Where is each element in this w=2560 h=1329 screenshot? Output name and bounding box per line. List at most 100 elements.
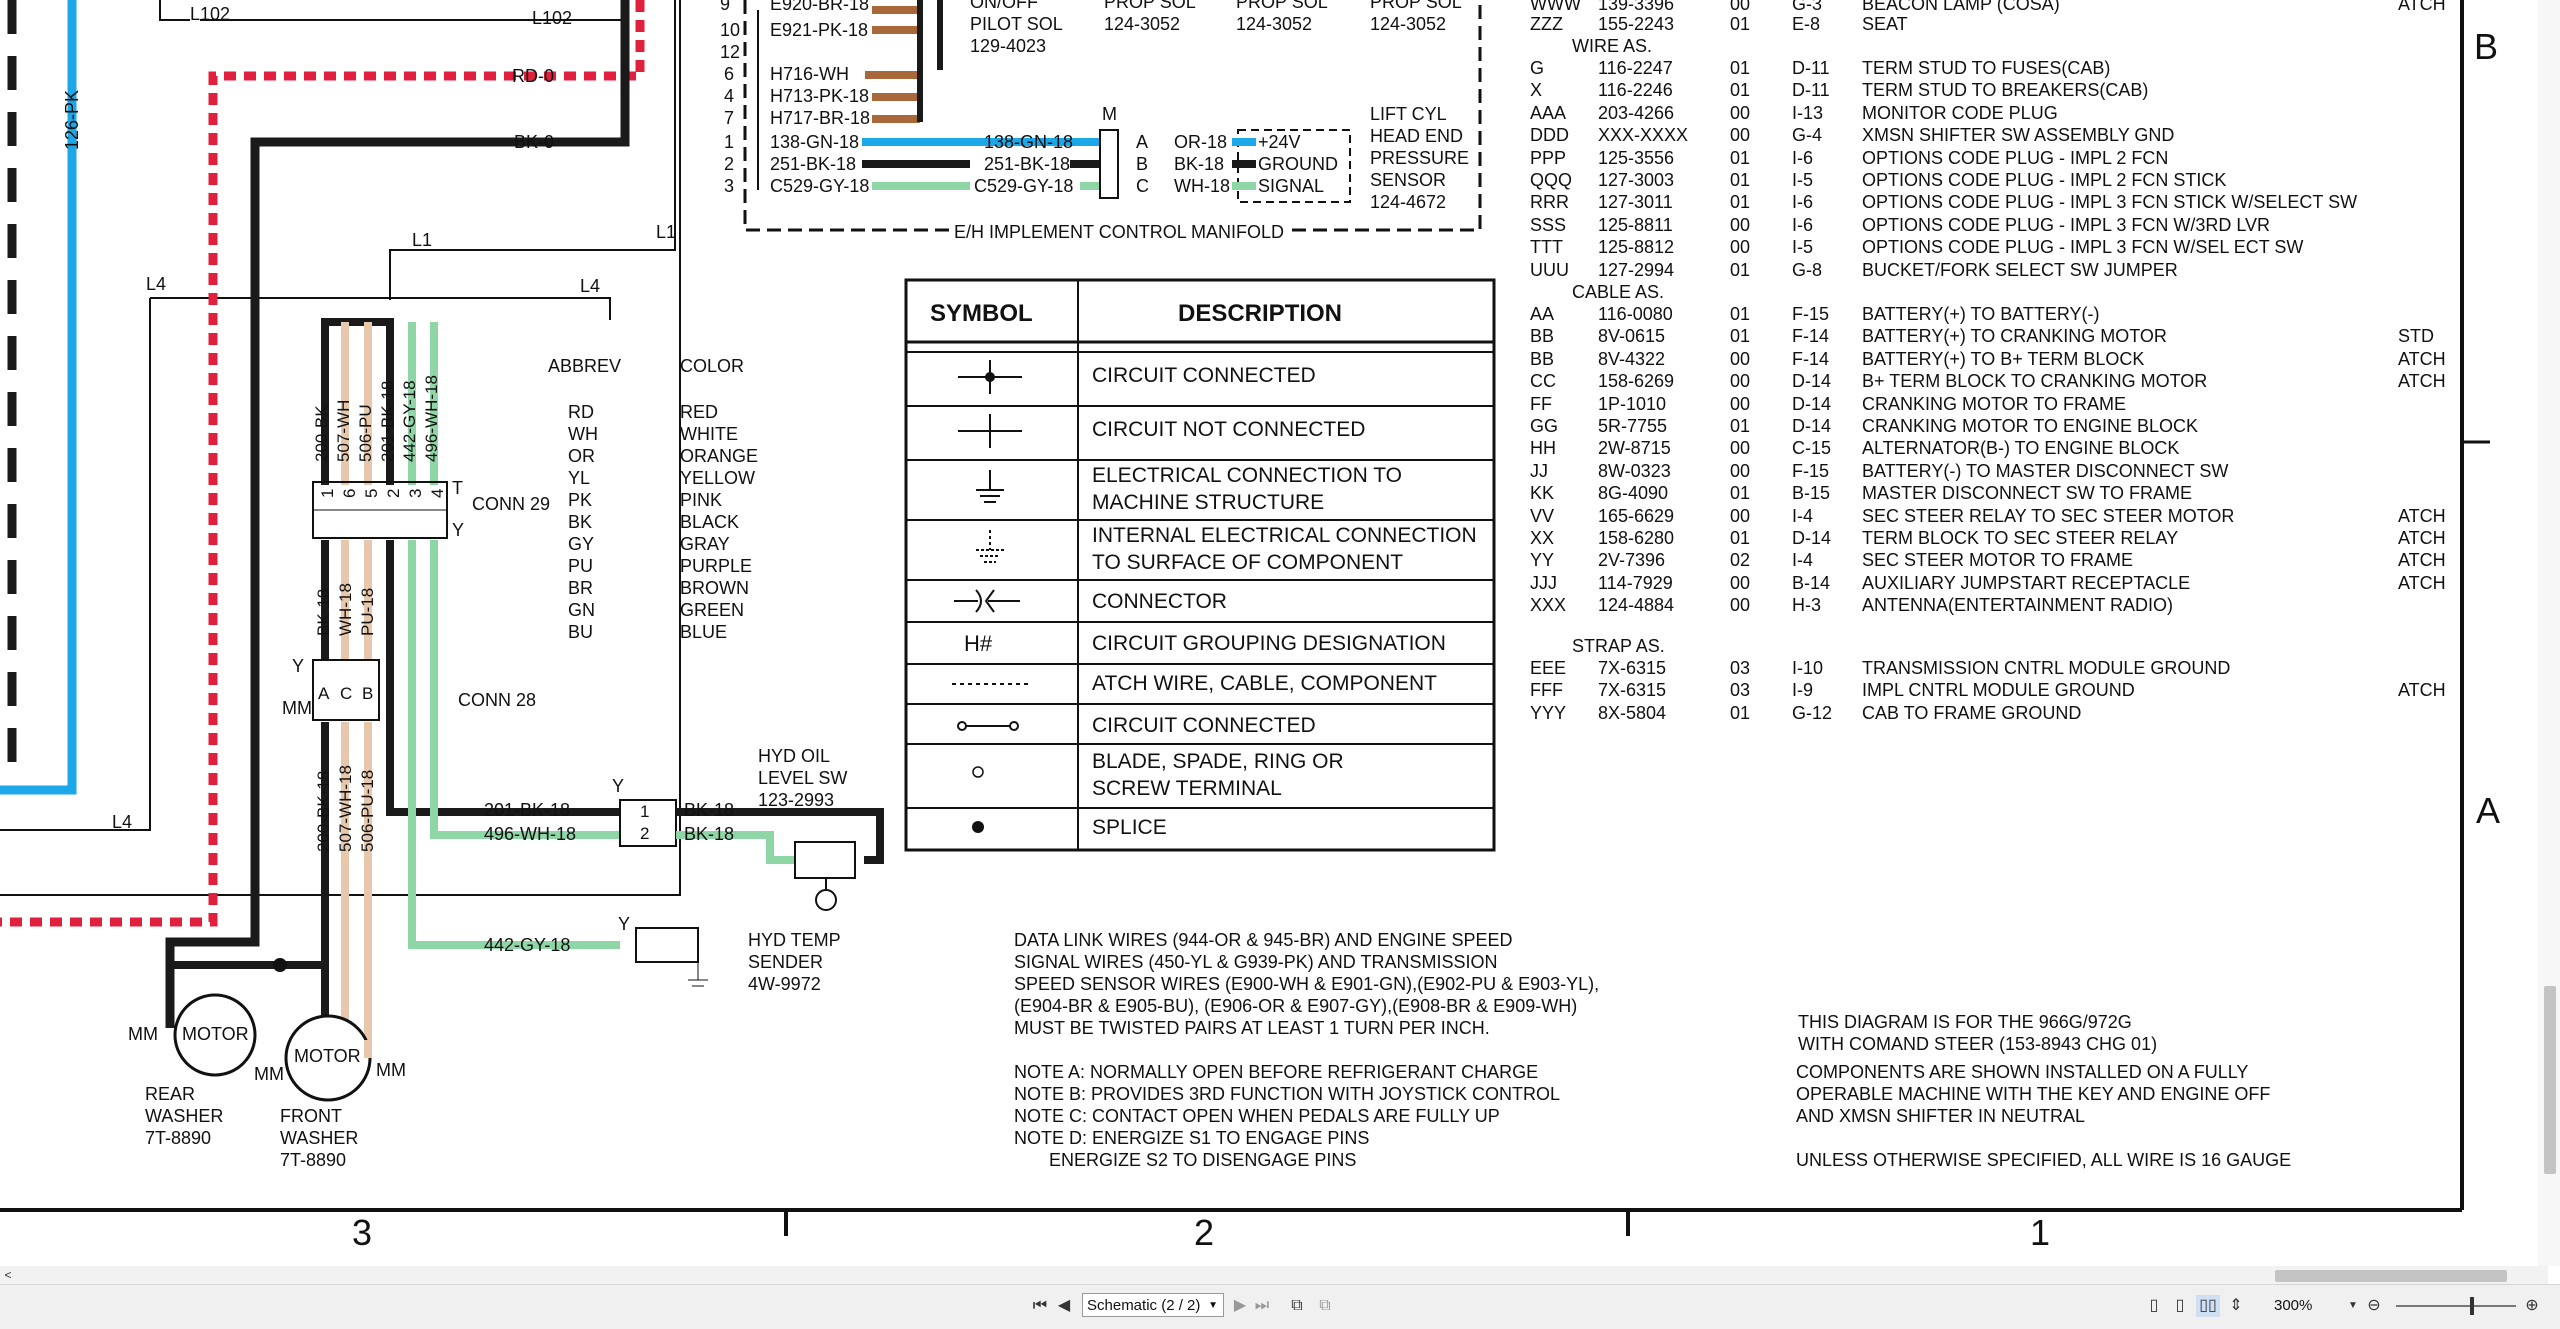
scroll-left-icon[interactable]: < <box>0 1264 16 1286</box>
color-name: PINK <box>680 490 723 510</box>
note-line: NOTE B: PROVIDES 3RD FUNCTION WITH JOYST… <box>1014 1084 1561 1104</box>
pin-label: A <box>318 684 330 703</box>
pin-label: 1 <box>318 488 337 498</box>
continuous-page-icon[interactable]: ▯ <box>2170 1295 2190 1317</box>
vertical-scroll-thumb[interactable] <box>2544 986 2556 1174</box>
pin-label: C <box>1136 176 1149 196</box>
part-number: 155-2243 <box>1598 14 1675 34</box>
sensor-pin: SIGNAL <box>1258 176 1325 196</box>
page-select[interactable]: Schematic (2 / 2) ▼ <box>1082 1293 1224 1317</box>
part-note: ATCH <box>2398 680 2446 701</box>
part-note: ATCH <box>2398 0 2446 14</box>
part-note: STD <box>2398 326 2434 347</box>
part-number: 5R-7755 <box>1598 416 1668 436</box>
next-page-icon[interactable]: ▶ <box>1232 1295 1248 1317</box>
conn-side-label: M <box>1102 104 1117 124</box>
zoom-slider[interactable] <box>2396 1305 2516 1307</box>
part-location: B-15 <box>1792 483 1831 504</box>
wire-label: L4 <box>112 812 133 832</box>
part-description: TRANSMISSION CNTRL MODULE GROUND <box>1862 658 2231 678</box>
part-qty: 00 <box>1730 595 1751 616</box>
pin-label: C <box>340 684 353 703</box>
single-page-icon[interactable]: ▯ <box>2144 1295 2164 1317</box>
part-id: WWW <box>1530 0 1581 14</box>
page-layout-alt-icon[interactable]: ⧉ <box>1314 1295 1336 1317</box>
legend-desc: CONNECTOR <box>1092 590 1227 613</box>
part-id: YY <box>1530 550 1555 571</box>
wire-label: E921-PK-18 <box>770 20 869 40</box>
part-qty: 01 <box>1730 326 1751 347</box>
legend-desc: CIRCUIT NOT CONNECTED <box>1092 418 1366 441</box>
part-id: PPP <box>1530 147 1567 168</box>
note-line: UNLESS OTHERWISE SPECIFIED, ALL WIRE IS … <box>1796 1150 2292 1170</box>
part-location: D-11 <box>1792 80 1830 101</box>
part-description: OPTIONS CODE PLUG - IMPL 3 FCN STICK W/S… <box>1862 192 2358 213</box>
part-number: 8V-4322 <box>1598 348 1666 369</box>
first-page-icon[interactable]: ⏮ <box>1030 1295 1050 1317</box>
note-line: MUST BE TWISTED PAIRS AT LEAST 1 TURN PE… <box>1014 1018 1490 1038</box>
part-number: 165-6629 <box>1598 505 1675 526</box>
vertical-scrollbar[interactable] <box>2538 0 2560 1266</box>
pin-label: 2 <box>640 824 650 843</box>
wire-label: L102 <box>190 4 231 24</box>
last-page-icon[interactable]: ⏭ <box>1252 1295 1272 1317</box>
part-qty: 02 <box>1730 550 1751 571</box>
previous-page-icon[interactable]: ◀ <box>1056 1295 1072 1317</box>
part-number: 139-3396 <box>1598 0 1675 14</box>
connector-name: CONN 29 <box>472 494 551 514</box>
part-location: D-11 <box>1792 58 1830 78</box>
legend-desc-header: DESCRIPTION <box>1178 300 1343 327</box>
pin-number: 7 <box>724 108 735 128</box>
fit-page-icon[interactable]: ⇕ <box>2226 1295 2246 1317</box>
horizontal-scrollbar[interactable]: < <box>0 1266 2548 1284</box>
zoom-slider-thumb[interactable] <box>2470 1297 2474 1315</box>
part-id: ZZZ <box>1530 14 1563 34</box>
pin-label: B <box>362 684 374 703</box>
part-id: HH <box>1530 438 1556 459</box>
horizontal-scroll-thumb[interactable] <box>2275 1270 2507 1282</box>
part-qty: 00 <box>1730 125 1751 146</box>
part-number: 114-7929 <box>1598 572 1673 593</box>
part-description: OPTIONS CODE PLUG - IMPL 3 FCN W/3RD LVR <box>1862 214 2271 235</box>
part-qty: 00 <box>1730 237 1751 258</box>
part-description: IMPL CNTRL MODULE GROUND <box>1862 680 2135 701</box>
pin-number: 1 <box>724 132 735 152</box>
note-line: ENERGIZE S2 TO DISENGAGE PINS <box>1014 1150 1357 1170</box>
sensor-pin: +24V <box>1258 132 1301 152</box>
pin-label: 6 <box>340 488 359 498</box>
part-location: I-4 <box>1792 505 1814 526</box>
note-line: (E904-BR & E905-BU), (E906-OR & E907-GY)… <box>1014 996 1578 1016</box>
wire-label: L4 <box>146 274 167 294</box>
part-location: C-15 <box>1792 438 1832 459</box>
part-number: XXX-XXXX <box>1598 125 1689 146</box>
part-id: FF <box>1530 393 1552 414</box>
part-qty: 01 <box>1730 80 1751 101</box>
part-description: CRANKING MOTOR TO FRAME <box>1862 393 2127 414</box>
two-page-icon[interactable]: ▯▯ <box>2196 1295 2220 1317</box>
zoom-out-icon[interactable]: ⊖ <box>2364 1295 2384 1317</box>
zoom-menu-icon[interactable]: ▼ <box>2346 1295 2360 1317</box>
part-location: E-8 <box>1792 14 1821 34</box>
pin-number: 10 <box>720 20 741 40</box>
part-qty: 01 <box>1730 14 1751 34</box>
conn-side-label: MM <box>282 698 312 718</box>
pin-number: 6 <box>724 64 735 84</box>
component-label: 124-3052 <box>1370 14 1447 34</box>
part-description: MONITOR CODE PLUG <box>1862 102 2058 123</box>
component-label: 129-4023 <box>970 36 1047 56</box>
part-location: G-4 <box>1792 125 1823 146</box>
color-abbrev: PU <box>568 556 594 576</box>
part-description: BATTERY(+) TO CRANKING MOTOR <box>1862 326 2167 347</box>
part-qty: 01 <box>1730 304 1751 324</box>
part-id: AA <box>1530 304 1555 324</box>
color-abbrev: BU <box>568 622 594 642</box>
zoom-in-icon[interactable]: ⊕ <box>2522 1295 2542 1317</box>
part-qty: 01 <box>1730 192 1751 213</box>
color-abbrev: YL <box>568 468 591 488</box>
wire-label: WH-18 <box>336 583 355 636</box>
part-location: F-14 <box>1792 326 1830 347</box>
part-number: 1P-1010 <box>1598 393 1667 414</box>
page-layout-icon[interactable]: ⧉ <box>1286 1295 1308 1317</box>
wire-label: WH-18 <box>1174 176 1231 196</box>
part-location: G-12 <box>1792 702 1833 723</box>
